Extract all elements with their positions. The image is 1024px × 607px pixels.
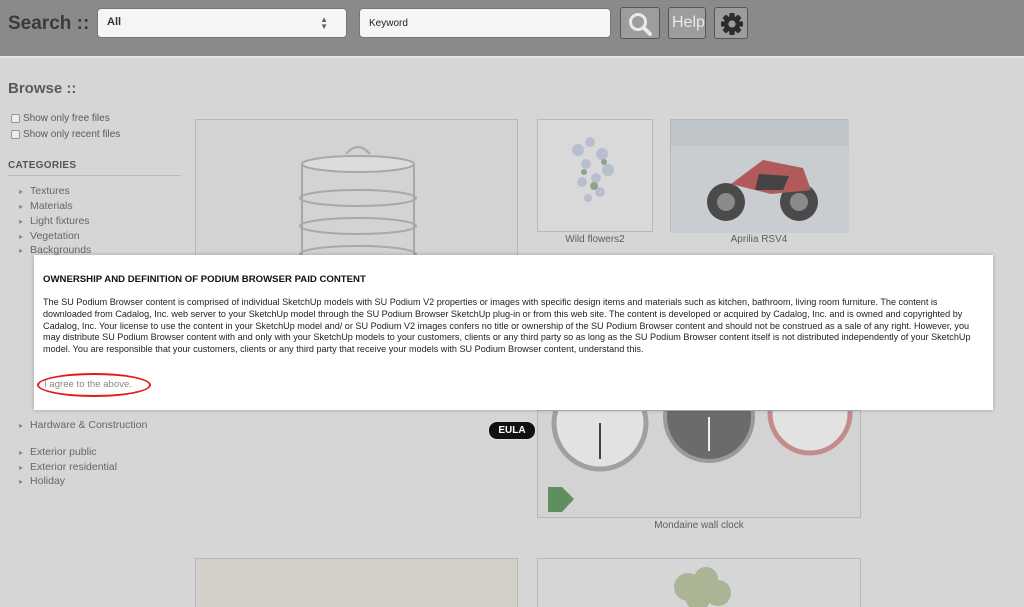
category-item-holiday[interactable]: Holiday bbox=[19, 475, 65, 487]
recent-files-label: Show only recent files bbox=[23, 129, 121, 140]
recent-files-filter[interactable]: Show only recent files bbox=[11, 129, 120, 140]
search-label: Search :: bbox=[8, 13, 90, 34]
category-item-exterior-residential[interactable]: Exterior residential bbox=[19, 461, 117, 473]
category-item-light-fixtures[interactable]: Light fixtures bbox=[19, 215, 90, 227]
magnifier-icon bbox=[629, 13, 652, 36]
settings-button[interactable] bbox=[714, 7, 748, 39]
eula-tab[interactable]: EULA bbox=[488, 421, 536, 440]
help-button[interactable]: Help bbox=[668, 7, 706, 39]
categories-heading: CATEGORIES bbox=[8, 160, 181, 176]
recent-files-checkbox[interactable] bbox=[11, 130, 20, 139]
eula-heading: OWNERSHIP AND DEFINITION OF PODIUM BROWS… bbox=[43, 274, 366, 285]
wall-clocks-image bbox=[548, 370, 853, 512]
eula-body-text: The SU Podium Browser content is compris… bbox=[43, 297, 971, 355]
product-thumbnail[interactable] bbox=[195, 558, 518, 607]
motorcycle-image bbox=[671, 120, 849, 233]
product-thumbnail[interactable] bbox=[537, 119, 653, 232]
keyword-input-value: Keyword bbox=[369, 18, 408, 29]
free-files-filter[interactable]: Show only free files bbox=[11, 113, 110, 124]
thumbnail-caption: Wild flowers2 bbox=[565, 234, 625, 245]
free-files-label: Show only free files bbox=[23, 113, 110, 124]
search-button[interactable] bbox=[620, 7, 660, 39]
product-thumbnail[interactable] bbox=[537, 370, 861, 518]
plant-image bbox=[674, 567, 731, 607]
product-thumbnail[interactable] bbox=[537, 558, 861, 607]
category-item-materials[interactable]: Materials bbox=[19, 200, 73, 212]
thumbnail-caption: Aprilia RSV4 bbox=[730, 234, 788, 245]
gear-icon bbox=[721, 13, 743, 35]
agree-button-label: I agree to the above. bbox=[44, 379, 133, 390]
category-select-value: All bbox=[107, 16, 122, 28]
category-item-vegetation[interactable]: Vegetation bbox=[19, 230, 80, 242]
free-files-checkbox[interactable] bbox=[11, 114, 20, 123]
product-thumbnail[interactable] bbox=[670, 119, 849, 233]
select-arrows-icon: ▲ ▼ bbox=[320, 15, 328, 31]
keyword-input[interactable]: Keyword bbox=[359, 8, 611, 38]
category-item-hardware-construction[interactable]: Hardware & Construction bbox=[19, 419, 147, 431]
eula-dialog: OWNERSHIP AND DEFINITION OF PODIUM BROWS… bbox=[34, 255, 993, 410]
agree-button[interactable]: I agree to the above. bbox=[37, 373, 151, 397]
browse-title: Browse :: bbox=[8, 80, 77, 97]
thumbnail-caption: Mondaine wall clock bbox=[654, 520, 744, 531]
category-item-exterior-public[interactable]: Exterior public bbox=[19, 446, 97, 458]
wild-flowers-image bbox=[572, 137, 614, 202]
category-select[interactable]: All ▲ ▼ bbox=[97, 8, 347, 38]
category-item-textures[interactable]: Textures bbox=[19, 185, 70, 197]
top-search-bar: Search :: All ▲ ▼ Keyword Help bbox=[0, 0, 1024, 58]
